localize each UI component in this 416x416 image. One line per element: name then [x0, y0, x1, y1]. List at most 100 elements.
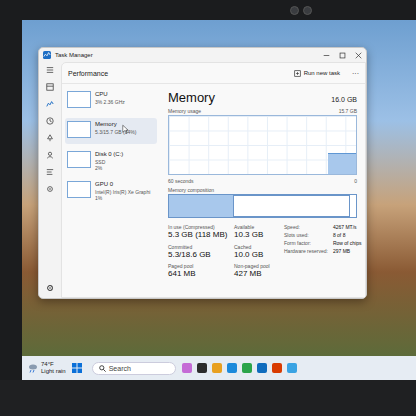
memory-heading: Memory 16.0 GB: [168, 90, 357, 105]
spec-label: Form factor:: [284, 240, 328, 246]
app-icon[interactable]: [287, 363, 297, 373]
in-use-fill: [169, 195, 233, 217]
maximize-icon[interactable]: [339, 52, 346, 59]
stat-value: 5.3/18.6 GB: [168, 250, 230, 260]
usage-label: Memory usage: [168, 108, 201, 114]
content-pane: PerformanceRun new task···CPU3% 2.36 GHz…: [61, 62, 366, 298]
resource-item[interactable]: Memory5.3/15.7 GB (34%): [65, 118, 157, 144]
menu-icon[interactable]: [46, 66, 54, 74]
stat-label: Committed: [168, 244, 230, 250]
camera-icon: [290, 6, 299, 15]
stat-label: In use (Compressed): [168, 224, 230, 230]
processes-icon[interactable]: [46, 83, 54, 91]
spec-value: 297 MB: [333, 248, 362, 254]
chart-point: [178, 116, 187, 174]
resource-item[interactable]: CPU3% 2.36 GHz: [65, 88, 157, 114]
close-icon[interactable]: [355, 52, 362, 59]
chart-fill: [328, 153, 337, 174]
screen-row: 74°FLight rainSearchTask ManagerPerforma…: [0, 20, 416, 380]
chart-point: [272, 116, 281, 174]
app-icon[interactable]: [182, 363, 192, 373]
run-new-task-label: Run new task: [304, 70, 340, 76]
composition-label: Memory composition: [168, 187, 214, 193]
resource-item[interactable]: GPU 0Intel(R) Iris(R) Xe Graphi1%: [65, 178, 157, 204]
stat: In use (Compressed)5.3 GB (118 MB): [168, 224, 230, 240]
spec-value: Row of chips: [333, 240, 362, 246]
chart-point: [188, 116, 197, 174]
spec-label: Speed:: [284, 224, 328, 230]
app-icon[interactable]: [242, 363, 252, 373]
windows-start-icon[interactable]: [72, 363, 82, 373]
window-body: PerformanceRun new task···CPU3% 2.36 GHz…: [39, 62, 366, 298]
resource-text: Disk 0 (C:)SSD2%: [95, 151, 123, 171]
run-new-task-button[interactable]: Run new task: [290, 69, 344, 78]
chart-point: [281, 116, 290, 174]
chart-fill: [347, 153, 356, 174]
resource-item[interactable]: Disk 0 (C:)SSD2%: [65, 148, 157, 174]
memory-total: 16.0 GB: [331, 96, 357, 103]
app-icon[interactable]: [212, 363, 222, 373]
chart-point: [262, 116, 271, 174]
chart-point: [337, 116, 346, 174]
resource-detail: SSD: [95, 159, 123, 165]
app-icon[interactable]: [197, 363, 207, 373]
bottom-bezel: [0, 380, 416, 416]
chart-point: [206, 116, 215, 174]
resource-list: CPU3% 2.36 GHz Memory5.3/15.7 GB (34%) Dis…: [62, 84, 160, 297]
spec-value: 8 of 8: [333, 232, 362, 238]
resource-text: GPU 0Intel(R) Iris(R) Xe Graphi1%: [95, 181, 150, 201]
stat-label: Paged pool: [168, 263, 230, 269]
performance-icon[interactable]: [46, 100, 54, 108]
mouse-cursor-icon: [122, 124, 129, 135]
stat: Cached10.0 GB: [234, 244, 280, 260]
history-icon[interactable]: [46, 117, 54, 125]
app-icon[interactable]: [272, 363, 282, 373]
stat: Paged pool641 MB: [168, 263, 230, 279]
resource-detail: Intel(R) Iris(R) Xe Graphi: [95, 189, 150, 195]
search-icon: [99, 365, 106, 372]
task-manager-window: Task ManagerPerformanceRun new task···CP…: [38, 47, 367, 299]
chart-point: [216, 116, 225, 174]
resource-usage: 2%: [95, 165, 123, 171]
chart-point: [234, 116, 243, 174]
taskbar: 74°FLight rain Search: [22, 356, 416, 380]
stat-label: Available: [234, 224, 280, 230]
rain-cloud-icon: [28, 363, 38, 373]
stat-value: 641 MB: [168, 269, 230, 279]
nav-rail: [39, 62, 61, 298]
settings-gear-icon[interactable]: [46, 284, 54, 292]
task-manager-icon: [43, 51, 51, 59]
minimize-icon[interactable]: [323, 52, 330, 59]
stat-label: Non-paged pool: [234, 263, 280, 269]
details-icon[interactable]: [46, 168, 54, 176]
users-icon[interactable]: [46, 151, 54, 159]
resource-usage: 1%: [95, 195, 150, 201]
app-icon[interactable]: [227, 363, 237, 373]
taskbar-search[interactable]: Search: [92, 362, 176, 375]
resource-name: GPU 0: [95, 181, 150, 189]
memory-title: Memory: [168, 90, 215, 105]
services-icon[interactable]: [46, 185, 54, 193]
stat-value: 5.3 GB (118 MB): [168, 230, 230, 240]
screen: 74°FLight rainSearchTask ManagerPerforma…: [22, 20, 416, 380]
more-button[interactable]: ···: [352, 70, 359, 77]
weather-widget[interactable]: 74°FLight rain: [28, 361, 66, 375]
chart-point: [300, 116, 309, 174]
run-task-icon: [294, 70, 301, 77]
title-bar: Task Manager: [39, 48, 366, 62]
memory-composition-bar: [168, 194, 357, 218]
startup-icon[interactable]: [46, 134, 54, 142]
time-label: 60 seconds: [168, 178, 194, 184]
stat-label: Cached: [234, 244, 280, 250]
usage-max: 15.7 GB: [339, 108, 357, 114]
mini-graph: [67, 181, 91, 198]
chart-point: [290, 116, 299, 174]
mini-graph: [67, 151, 91, 168]
resource-detail: 3% 2.36 GHz: [95, 99, 125, 105]
mini-graph: [67, 91, 91, 108]
cached-fill: [233, 195, 351, 217]
resource-name: Memory: [95, 121, 136, 129]
memory-specs: Speed:4267 MT/sSlots used:8 of 8Form fac…: [284, 224, 362, 279]
page-header: PerformanceRun new task···: [62, 63, 365, 84]
app-icon[interactable]: [257, 363, 267, 373]
